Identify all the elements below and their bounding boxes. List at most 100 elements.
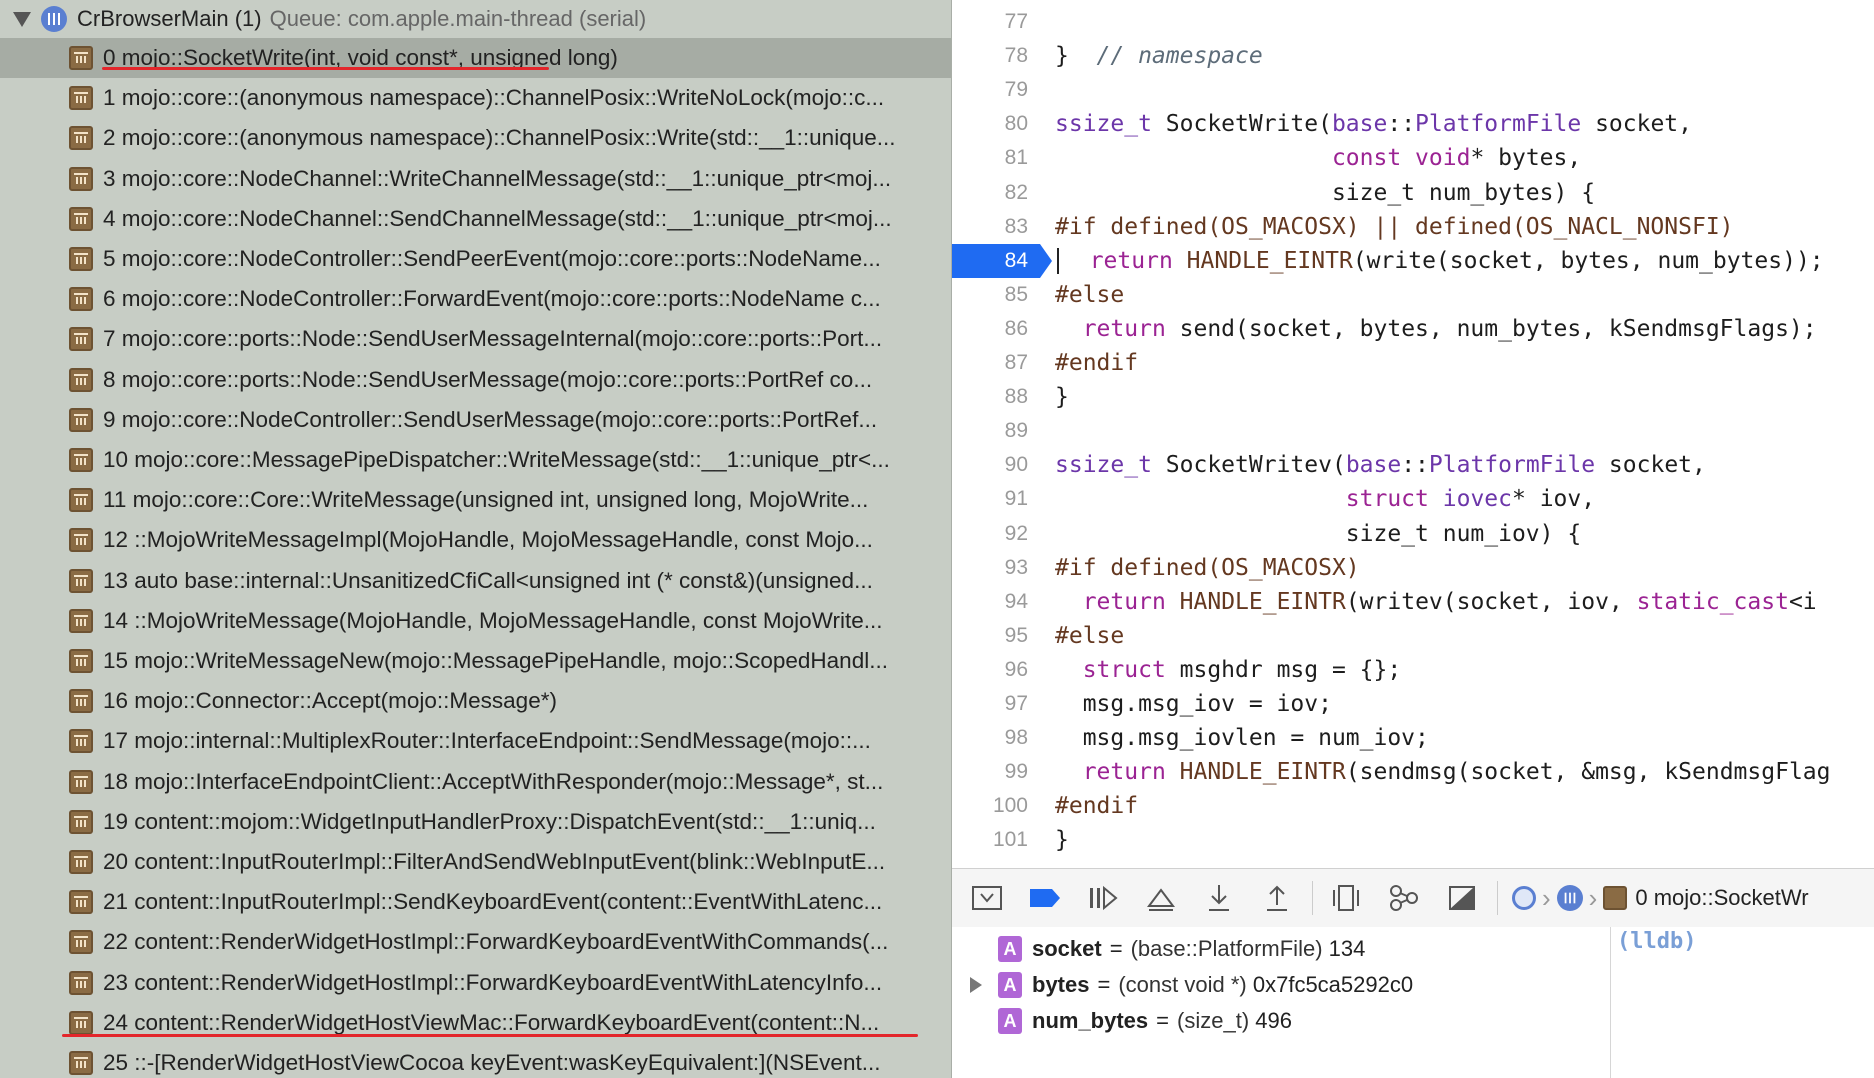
code-line[interactable]: 101} bbox=[952, 823, 1874, 857]
continue-icon[interactable] bbox=[1084, 879, 1122, 917]
stack-frame-row[interactable]: 0 mojo::SocketWrite(int, void const*, un… bbox=[0, 38, 951, 78]
stack-frame-row[interactable]: 20 content::InputRouterImpl::FilterAndSe… bbox=[0, 842, 951, 882]
variable-row[interactable]: Abytes = (const void *) 0x7fc5ca5292c0 bbox=[952, 967, 1610, 1003]
variable-name: socket bbox=[1032, 936, 1102, 961]
code-line[interactable]: 82 size_t num_bytes) { bbox=[952, 176, 1874, 210]
source-editor[interactable]: 77 78} // namespace 79 80 ssize_t SocketWrit… bbox=[952, 0, 1874, 868]
environment-overrides-icon[interactable] bbox=[1443, 879, 1481, 917]
stack-frame-label: 17 mojo::internal::MultiplexRouter::Inte… bbox=[103, 728, 871, 754]
stack-frame-icon bbox=[69, 247, 93, 271]
stack-frame-icon bbox=[69, 126, 93, 151]
stack-frame-icon bbox=[69, 1010, 93, 1035]
stack-frame-icon bbox=[69, 287, 93, 312]
disclosure-triangle-icon[interactable] bbox=[13, 11, 31, 27]
code-line[interactable]: 84 return HANDLE_EINTR(write(socket, byt… bbox=[952, 243, 1874, 278]
variable-text: socket = (base::PlatformFile) 134 bbox=[1032, 936, 1365, 962]
code-line[interactable]: 78} // namespace bbox=[952, 39, 1874, 73]
disclosure-triangle-icon[interactable] bbox=[970, 977, 982, 993]
stack-frame-label: 3 mojo::core::NodeChannel::WriteChannelM… bbox=[103, 165, 892, 191]
code-line[interactable]: 88} bbox=[952, 380, 1874, 414]
code-line[interactable]: 93 #if defined(OS_MACOSX) bbox=[952, 551, 1874, 585]
thread-row[interactable]: CrBrowserMain (1) Queue: com.apple.main-… bbox=[0, 0, 951, 38]
code-line[interactable]: 89 bbox=[952, 414, 1874, 448]
breadcrumb-frame[interactable]: 0 mojo::SocketWr bbox=[1635, 885, 1808, 911]
argument-badge-icon: A bbox=[998, 936, 1022, 962]
stack-frame-icon bbox=[69, 1051, 93, 1075]
stack-frame-row[interactable]: 2 mojo::core::(anonymous namespace)::Cha… bbox=[0, 118, 951, 158]
stack-frame-row[interactable]: 7 mojo::core::ports::Node::SendUserMessa… bbox=[0, 319, 951, 359]
stack-frame-row[interactable]: 16 mojo::Connector::Accept(mojo::Message… bbox=[0, 681, 951, 721]
code-line[interactable]: 91 struct iovec* iov, bbox=[952, 482, 1874, 516]
code-text: return HANDLE_EINTR(sendmsg(socket, &msg… bbox=[1082, 759, 1831, 786]
step-out-icon[interactable] bbox=[1258, 879, 1296, 917]
code-line[interactable]: 98 msg.msg_iovlen = num_iov; bbox=[952, 721, 1874, 755]
stack-frame-row[interactable]: 25 ::-[RenderWidgetHostViewCocoa keyEven… bbox=[0, 1043, 951, 1078]
process-icon[interactable] bbox=[1512, 886, 1536, 910]
thread-icon[interactable] bbox=[1556, 885, 1583, 911]
stack-frame-row[interactable]: 4 mojo::core::NodeChannel::SendChannelMe… bbox=[0, 199, 951, 239]
argument-badge-icon: A bbox=[998, 1008, 1022, 1034]
stack-frame-row[interactable]: 6 mojo::core::NodeController::ForwardEve… bbox=[0, 279, 951, 319]
hide-debug-area-icon[interactable] bbox=[968, 879, 1006, 917]
code-line[interactable]: 90 ssize_t SocketWritev(base::PlatformFil… bbox=[952, 448, 1874, 482]
breakpoints-toggle-icon[interactable] bbox=[1026, 879, 1064, 917]
stack-frame-row[interactable]: 5 mojo::core::NodeController::SendPeerEv… bbox=[0, 239, 951, 279]
stack-frame-row[interactable]: 17 mojo::internal::MultiplexRouter::Inte… bbox=[0, 721, 951, 761]
line-number: 97 bbox=[1004, 692, 1028, 715]
variable-row[interactable]: Asocket = (base::PlatformFile) 134 bbox=[952, 931, 1610, 967]
stack-frame-row[interactable]: 12 ::MojoWriteMessageImpl(MojoHandle, Mo… bbox=[0, 520, 951, 560]
debug-navigator: CrBrowserMain (1) Queue: com.apple.main-… bbox=[0, 0, 952, 1078]
stack-frame-label: 24 content::RenderWidgetHostViewMac::For… bbox=[103, 1009, 880, 1035]
stack-frame-label: 22 content::RenderWidgetHostImpl::Forwar… bbox=[103, 929, 889, 955]
code-line[interactable]: 86 return send(socket, bytes, num_bytes,… bbox=[952, 312, 1874, 346]
step-into-icon[interactable] bbox=[1200, 879, 1238, 917]
variable-text: bytes = (const void *) 0x7fc5ca5292c0 bbox=[1032, 972, 1413, 998]
stack-frame-icon bbox=[69, 649, 93, 673]
stack-frame-row[interactable]: 15 mojo::WriteMessageNew(mojo::MessagePi… bbox=[0, 641, 951, 681]
code-line[interactable]: 83 #if defined(OS_MACOSX) || defined(OS_N… bbox=[952, 210, 1874, 244]
code-line[interactable]: 79 bbox=[952, 73, 1874, 107]
stack-frame-label: 18 mojo::InterfaceEndpointClient::Accept… bbox=[103, 768, 884, 794]
code-line[interactable]: 94 return HANDLE_EINTR(writev(socket, io… bbox=[952, 585, 1874, 619]
stack-frame-row[interactable]: 14 ::MojoWriteMessage(MojoHandle, MojoMe… bbox=[0, 601, 951, 641]
instruction-pointer-icon[interactable] bbox=[1040, 243, 1052, 278]
code-line[interactable]: 80 ssize_t SocketWrite(base::PlatformFile… bbox=[952, 107, 1874, 141]
stack-frame-icon bbox=[69, 407, 93, 432]
memory-graph-icon[interactable] bbox=[1385, 879, 1423, 917]
code-text: msg.msg_iovlen = num_iov; bbox=[1055, 725, 1429, 752]
stack-frame-row[interactable]: 10 mojo::core::MessagePipeDispatcher::Wr… bbox=[0, 440, 951, 480]
step-over-icon[interactable] bbox=[1142, 879, 1180, 917]
stack-frame-row[interactable]: 19 content::mojom::WidgetInputHandlerPro… bbox=[0, 802, 951, 842]
stack-frame-row[interactable]: 11 mojo::core::Core::WriteMessage(unsign… bbox=[0, 480, 951, 520]
stack-frame-row[interactable]: 22 content::RenderWidgetHostImpl::Forwar… bbox=[0, 922, 951, 962]
code-line[interactable]: 81 const void* bytes, bbox=[952, 141, 1874, 175]
code-line[interactable]: 92 size_t num_iov) { bbox=[952, 517, 1874, 551]
stack-frame-row[interactable]: 3 mojo::core::NodeChannel::WriteChannelM… bbox=[0, 159, 951, 199]
line-number: 90 bbox=[1004, 453, 1028, 477]
code-line[interactable]: 85 #else bbox=[952, 278, 1874, 312]
stack-frame-row[interactable]: 23 content::RenderWidgetHostImpl::Forwar… bbox=[0, 963, 951, 1003]
stack-frame-icon bbox=[69, 890, 93, 915]
code-line[interactable]: 96 struct msghdr msg = {}; bbox=[952, 653, 1874, 687]
code-line[interactable]: 100 #endif bbox=[952, 789, 1874, 823]
chevron-right-icon: › bbox=[1542, 882, 1551, 913]
stack-frame-row[interactable]: 8 mojo::core::ports::Node::SendUserMessa… bbox=[0, 360, 951, 400]
code-line[interactable]: 99 return HANDLE_EINTR(sendmsg(socket, &… bbox=[952, 755, 1874, 789]
line-number: 80 bbox=[1004, 112, 1028, 136]
stack-frame-icon[interactable] bbox=[1603, 886, 1628, 910]
stack-frame-row[interactable]: 9 mojo::core::NodeController::SendUserMe… bbox=[0, 400, 951, 440]
code-line[interactable]: 95 #else bbox=[952, 619, 1874, 653]
stack-frame-row[interactable]: 13 auto base::internal::UnsanitizedCfiCa… bbox=[0, 561, 951, 601]
code-text: return send(socket, bytes, num_bytes, kS… bbox=[1082, 315, 1817, 342]
code-text: } // namespace bbox=[1055, 43, 1263, 70]
code-line[interactable]: 87 #endif bbox=[952, 346, 1874, 380]
console-view[interactable]: (lldb) bbox=[1610, 927, 1874, 1078]
line-number: 94 bbox=[1004, 589, 1028, 613]
code-line[interactable]: 97 msg.msg_iov = iov; bbox=[952, 687, 1874, 721]
view-hierarchy-icon[interactable] bbox=[1327, 879, 1365, 917]
stack-frame-row[interactable]: 18 mojo::InterfaceEndpointClient::Accept… bbox=[0, 762, 951, 802]
code-line[interactable]: 77 bbox=[952, 5, 1874, 39]
stack-frame-row[interactable]: 1 mojo::core::(anonymous namespace)::Cha… bbox=[0, 78, 951, 118]
stack-frame-row[interactable]: 21 content::InputRouterImpl::SendKeyboar… bbox=[0, 882, 951, 922]
variable-row[interactable]: Anum_bytes = (size_t) 496 bbox=[952, 1003, 1610, 1039]
